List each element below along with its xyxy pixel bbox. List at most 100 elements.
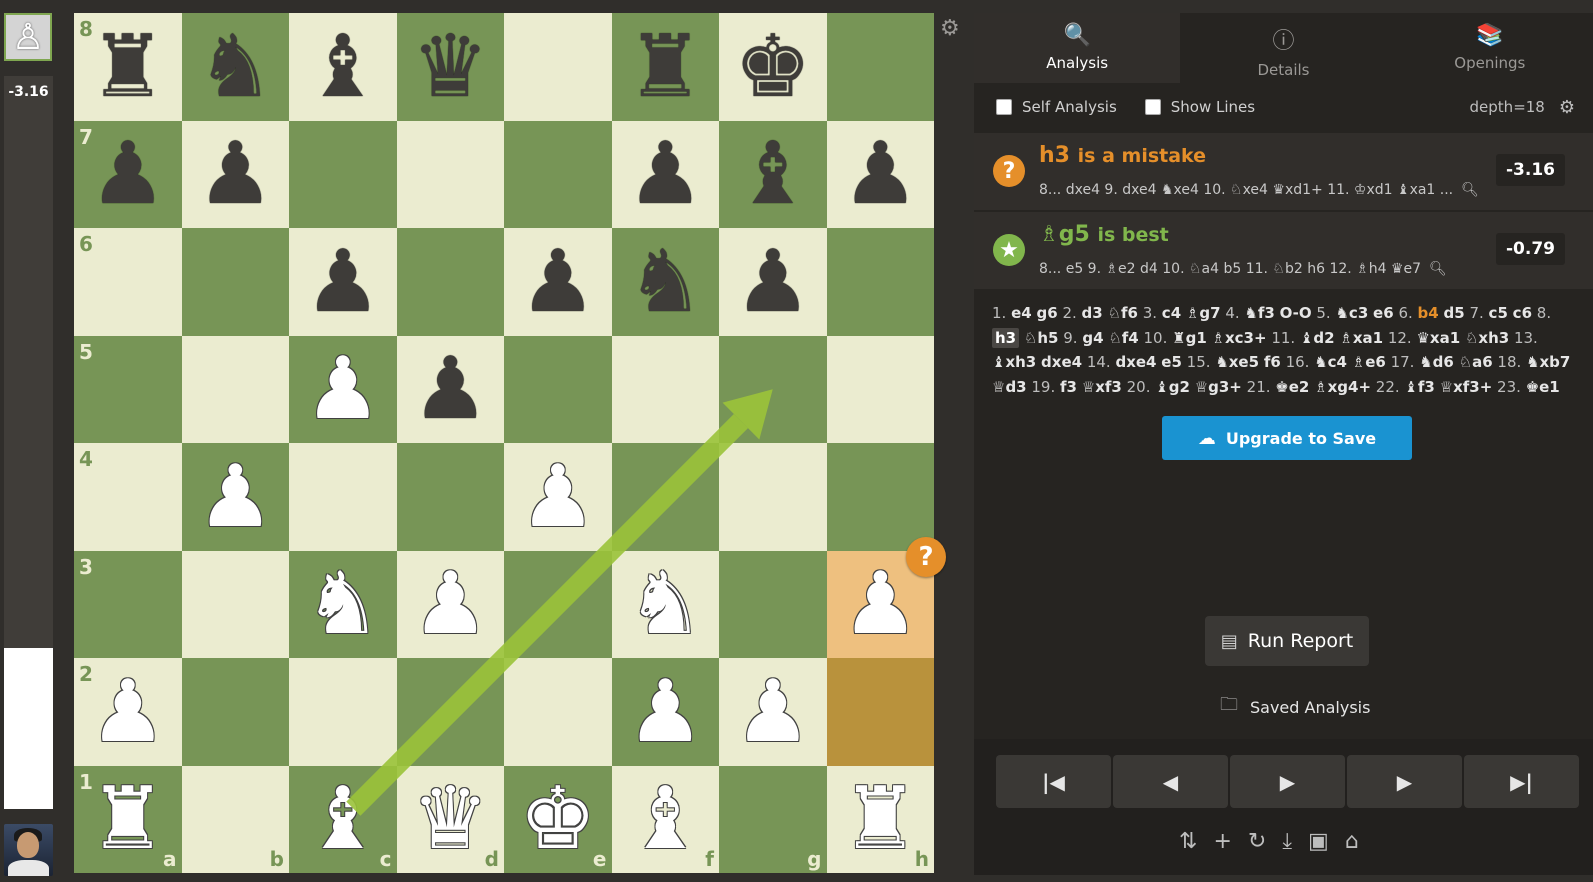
move-white[interactable]: ♞f3 (1244, 304, 1274, 322)
move-black[interactable]: ♗xg4+ (1314, 378, 1371, 396)
black-pawn-icon[interactable]: ♟ (397, 336, 505, 444)
square-g3[interactable] (719, 550, 827, 658)
square-e5[interactable] (504, 335, 612, 443)
black-pawn-icon[interactable]: ♟ (74, 121, 182, 229)
square-e2[interactable] (504, 658, 612, 766)
black-pawn-icon[interactable]: ♟ (289, 228, 397, 336)
square-d2[interactable] (396, 658, 504, 766)
black-pawn-icon[interactable]: ♟ (612, 121, 720, 229)
square-c5[interactable]: ♟ (289, 335, 397, 443)
square-b3[interactable] (181, 550, 289, 658)
tab-analysis[interactable]: 🔍 Analysis (974, 13, 1181, 83)
move-white[interactable]: ♝g2 (1155, 378, 1190, 396)
tab-openings[interactable]: 📚 Openings (1387, 13, 1593, 83)
square-b5[interactable] (181, 335, 289, 443)
move-white[interactable]: ♝d2 (1300, 329, 1335, 347)
move-white[interactable]: ♜g1 (1172, 329, 1207, 347)
move-white[interactable]: e4 (1011, 304, 1032, 322)
square-f1[interactable]: f ♝ (611, 765, 719, 873)
white-rook-icon[interactable]: ♜ (74, 766, 182, 874)
black-queen-icon[interactable]: ♛ (397, 13, 505, 121)
move-white[interactable]: f3 (1060, 378, 1077, 396)
search-icon[interactable]: 🔍︎ (1461, 182, 1479, 198)
square-a2[interactable]: 2 ♟ (74, 658, 182, 766)
square-h6[interactable] (826, 228, 934, 336)
black-king-icon[interactable]: ♚ (719, 13, 827, 121)
square-d1[interactable]: d ♛ (396, 765, 504, 873)
move-black[interactable]: ♕e2# (992, 402, 1039, 405)
next-move-button[interactable]: ▶ (1347, 755, 1462, 808)
move-white[interactable]: ♞xb7 (1526, 353, 1570, 371)
square-g5[interactable] (719, 335, 827, 443)
move-black[interactable]: ♘h5 (1024, 329, 1059, 347)
square-c8[interactable]: ♝ (289, 13, 397, 121)
square-f5[interactable] (611, 335, 719, 443)
move-black[interactable]: ♘f4 (1108, 329, 1138, 347)
move-black[interactable]: ♘a6 (1459, 353, 1493, 371)
show-lines-checkbox[interactable] (1144, 99, 1161, 115)
move-white[interactable]: ♞c3 (1335, 304, 1368, 322)
square-a4[interactable]: 4 (74, 443, 182, 551)
square-e6[interactable]: ♟ (504, 228, 612, 336)
move-white[interactable]: ♚e2 (1275, 378, 1309, 396)
move-black[interactable]: ♗e6 (1352, 353, 1386, 371)
square-e4[interactable]: ♟ (504, 443, 612, 551)
square-d8[interactable]: ♛ (396, 13, 505, 121)
player-avatar[interactable] (4, 824, 53, 876)
move-white[interactable]: dxe4 (1115, 353, 1156, 371)
mistake-card[interactable]: ? h3 is a mistake 8... dxe4 9. dxe4 ♞xe4… (974, 133, 1593, 210)
square-e7[interactable] (504, 120, 612, 228)
square-b4[interactable]: ♟ (181, 443, 289, 551)
square-c1[interactable]: c ♝ (289, 765, 397, 873)
move-white[interactable]: b4 (1418, 304, 1439, 322)
move-black[interactable]: c6 (1513, 304, 1532, 322)
move-black[interactable]: dxe4 (1041, 353, 1082, 371)
chess-board[interactable]: 8 ♜ ♞ ♝ ♛ ♜ ♚ 7 ♟ ♟ ♟ ♝ ♟ 6 ♟ ♟ ♞ ♟ 5 ♟ ♟ 4 ♟ ♟ 3 ♞ ♟ ♞ ♟ 2 ♟ ♟ ♟ 1 a ♜ b c ♝ d… (74, 13, 934, 873)
move-black[interactable]: ♕xf3+ (1440, 378, 1493, 396)
white-pawn-icon[interactable]: ♟ (74, 658, 182, 766)
move-black[interactable]: ♘xh3 (1465, 329, 1509, 347)
square-h5[interactable] (826, 335, 934, 443)
square-f3[interactable]: ♞ (611, 550, 719, 658)
square-a3[interactable]: 3 (74, 550, 182, 658)
show-lines-option[interactable]: Show Lines (1144, 98, 1255, 116)
square-g4[interactable] (719, 443, 827, 551)
black-pawn-icon[interactable]: ♟ (182, 121, 290, 229)
white-pawn-icon[interactable]: ♟ (719, 658, 827, 766)
move-black[interactable]: ♗xc3+ (1212, 329, 1267, 347)
run-report-button[interactable]: ▤ Run Report (1205, 616, 1369, 666)
move-black[interactable]: ♕g3+ (1195, 378, 1242, 396)
square-f2[interactable]: ♟ (611, 658, 719, 766)
black-knight-icon[interactable]: ♞ (182, 13, 290, 121)
move-white[interactable]: h3 (992, 327, 1020, 348)
square-c4[interactable] (289, 443, 397, 551)
black-knight-icon[interactable]: ♞ (612, 228, 720, 336)
square-h1[interactable]: h ♜ (826, 765, 934, 873)
square-b7[interactable]: ♟ (181, 120, 290, 229)
move-white[interactable]: ♝xh3 (992, 353, 1036, 371)
square-f4[interactable] (611, 443, 719, 551)
move-white[interactable]: g4 (1082, 329, 1103, 347)
self-analysis-checkbox[interactable] (996, 99, 1012, 115)
play-button[interactable]: ▶ (1230, 755, 1345, 808)
square-d6[interactable] (396, 228, 504, 336)
engine-settings-gear-icon[interactable]: ⚙ (1559, 97, 1575, 118)
square-g7[interactable]: ♝ (719, 120, 827, 229)
square-b1[interactable]: b (181, 765, 289, 873)
flip-board-icon[interactable]: ⇅ (1179, 829, 1197, 854)
move-black[interactable]: e5 (1161, 353, 1182, 371)
download-icon[interactable]: ⤓ (1282, 829, 1292, 854)
square-g1[interactable]: g (719, 765, 827, 873)
square-h4[interactable] (826, 443, 934, 551)
black-bishop-icon[interactable]: ♝ (719, 121, 827, 229)
square-g6[interactable]: ♟ (719, 228, 827, 336)
black-pawn-icon[interactable]: ♟ (827, 121, 935, 229)
square-e1[interactable]: e ♚ (504, 765, 612, 873)
move-white[interactable]: d3 (1082, 304, 1103, 322)
black-bishop-icon[interactable]: ♝ (289, 13, 397, 121)
black-rook-icon[interactable]: ♜ (612, 13, 720, 121)
tab-details[interactable]: ⓘ Details (1180, 13, 1386, 83)
move-black[interactable]: g6 (1037, 304, 1058, 322)
add-icon[interactable]: + (1213, 829, 1231, 854)
square-a6[interactable]: 6 (74, 228, 182, 336)
